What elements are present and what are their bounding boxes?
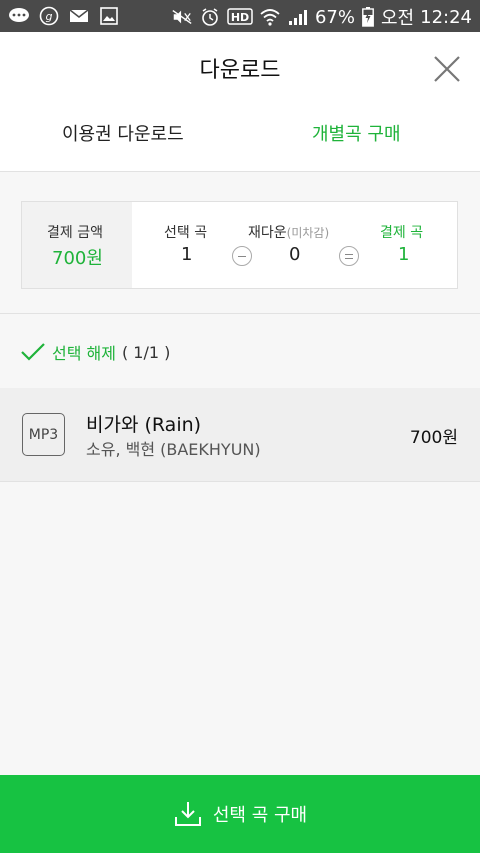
tab-bar: 이용권 다운로드 개별곡 구매 [0, 120, 480, 156]
payment-amount-label: 결제 금액 [47, 225, 103, 241]
buy-button-label: 선택 곡 구매 [212, 805, 308, 826]
deselect-label: 선택 해제 [52, 344, 116, 363]
equals-icon [339, 246, 359, 266]
tab-pass-download[interactable]: 이용권 다운로드 [62, 120, 184, 146]
signal-icon [287, 6, 309, 28]
song-title: 비가와 (Rain) [86, 414, 202, 436]
chat-icon [8, 5, 30, 27]
list-item[interactable]: MP3 비가와 (Rain) 소유, 백현 (BAEKHYUN) 700원 [0, 388, 480, 481]
download-icon [174, 802, 201, 826]
selected-songs-value: 1 [181, 244, 193, 265]
check-icon [21, 343, 45, 361]
song-artist: 소유, 백현 (BAEKHYUN) [86, 440, 261, 459]
selection-count: ( 1/1 ) [121, 342, 171, 362]
divider [0, 313, 480, 314]
hd-voice-icon: HD [227, 6, 253, 28]
image-icon [98, 5, 120, 27]
selected-songs-label: 선택 곡 [164, 225, 208, 241]
status-bar: g HD 67% 오전 12:24 [0, 0, 480, 32]
ampm-label: 오전 [381, 8, 415, 29]
page-title: 다운로드 [199, 58, 281, 83]
mute-icon [171, 6, 193, 28]
divider [0, 481, 480, 482]
redownload-sublabel: (미차감) [286, 226, 330, 240]
wifi-icon [259, 6, 281, 28]
minus-icon [232, 246, 252, 266]
header: 다운로드 이용권 다운로드 개별곡 구매 [0, 32, 480, 172]
buy-selected-button[interactable]: 선택 곡 구매 [0, 775, 480, 853]
song-price: 700원 [409, 428, 458, 448]
svg-text:g: g [46, 10, 53, 23]
deselect-toggle[interactable]: 선택 해제 ( 1/1 ) [20, 340, 170, 364]
hd-label: HD [231, 11, 249, 24]
paid-songs-value: 1 [398, 244, 410, 265]
redownload-label-text: 재다운 [248, 225, 287, 241]
battery-percent: 67% [314, 6, 355, 28]
paid-songs-label: 결제 곡 [380, 225, 424, 241]
close-button[interactable] [432, 54, 462, 84]
close-icon [434, 56, 460, 82]
payment-summary: 결제 금액 700원 선택 곡 1 재다운(미차감) 0 결제 곡 1 [21, 201, 458, 289]
clock: 12:24 [420, 6, 472, 28]
payment-amount-cell: 결제 금액 700원 [22, 202, 132, 288]
redownload-value: 0 [289, 244, 301, 265]
redownload-label: 재다운(미차감) [248, 222, 329, 242]
system-icons: HD 67% 오전 12:24 [171, 4, 472, 30]
mp3-format-icon: MP3 [22, 413, 65, 456]
mail-icon [68, 5, 90, 27]
battery-charging-icon [361, 6, 375, 28]
tab-individual-purchase[interactable]: 개별곡 구매 [312, 120, 401, 146]
alarm-icon [199, 6, 221, 28]
payment-amount-value: 700원 [52, 248, 103, 269]
notification-icons: g [8, 5, 120, 27]
g-app-icon: g [38, 5, 60, 27]
